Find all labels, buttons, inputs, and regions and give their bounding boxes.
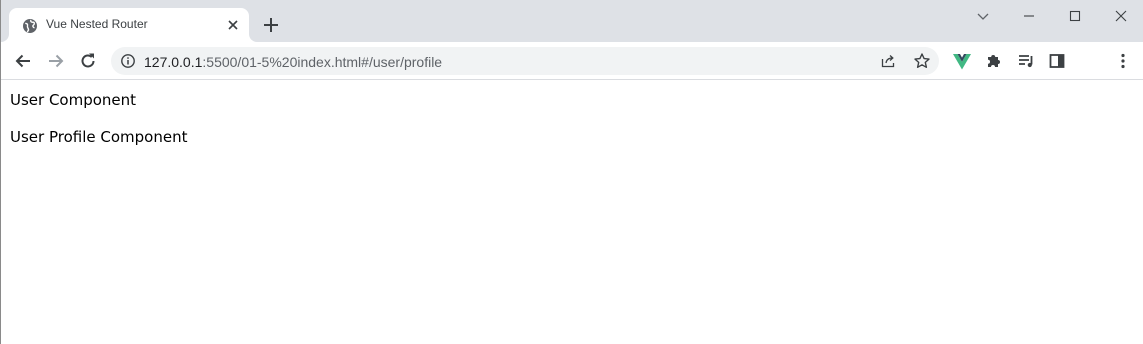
forward-arrow-icon[interactable] [46,51,66,71]
tab-vue-nested-router[interactable]: Vue Nested Router [9,8,249,42]
share-icon[interactable] [880,53,896,69]
page-content: User Component User Profile Component [1,81,1143,344]
url-path: :5500/01-5%20index.html#/user/profile [202,54,443,70]
back-arrow-icon[interactable] [13,51,33,71]
browser-toolbar: 127.0.0.1:5500/01-5%20index.html#/user/p… [1,42,1143,114]
url-text[interactable]: 127.0.0.1:5500/01-5%20index.html#/user/p… [144,54,442,70]
chevron-down-icon[interactable] [975,8,991,24]
reading-list-icon[interactable] [1016,51,1036,71]
window-close-icon[interactable] [1113,8,1129,24]
user-component-text: User Component [10,91,137,109]
minimize-icon[interactable] [1021,8,1037,24]
puzzle-icon[interactable] [984,51,1004,71]
vue-icon[interactable] [952,51,972,71]
reload-icon[interactable] [78,51,98,71]
globe-icon [23,19,37,33]
tab-title: Vue Nested Router [46,17,148,31]
kebab-menu-icon[interactable] [1113,51,1133,71]
star-icon[interactable] [913,52,931,70]
info-icon[interactable] [120,53,136,69]
side-panel-icon[interactable] [1047,51,1067,71]
browser-window: Vue Nested Router 127.0.0.1:5500/01-5%20… [0,0,1143,344]
url-host: 127.0.0.1 [144,54,203,70]
tab-strip: Vue Nested Router [1,0,1143,42]
close-icon[interactable] [225,17,241,33]
maximize-icon[interactable] [1067,8,1083,24]
plus-icon[interactable] [262,16,280,34]
user-profile-component-text: User Profile Component [10,128,188,146]
address-bar[interactable]: 127.0.0.1:5500/01-5%20index.html#/user/p… [111,47,939,75]
